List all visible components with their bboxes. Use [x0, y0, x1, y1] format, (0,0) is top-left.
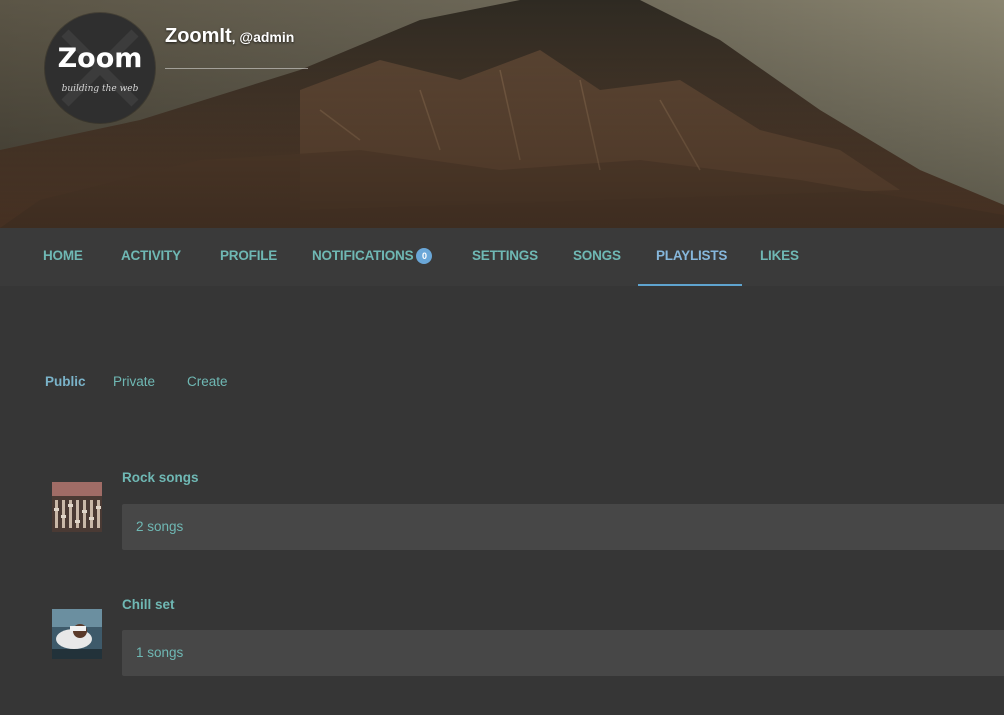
mixing-console-image [52, 482, 102, 532]
nav-profile-label: PROFILE [220, 248, 278, 263]
playlist-bar[interactable]: 1 songs [122, 630, 1004, 676]
nav-notifications-label: NOTIFICATIONS [312, 248, 414, 263]
nav-playlists[interactable]: PLAYLISTS [656, 228, 727, 284]
playlist-title[interactable]: Rock songs [122, 470, 199, 485]
nav-settings[interactable]: SETTINGS [472, 228, 538, 284]
nav-songs-label: SONGS [573, 248, 621, 263]
active-tab-underline [638, 284, 742, 286]
playlist-thumbnail[interactable] [52, 609, 102, 659]
nav-playlists-label: PLAYLISTS [656, 248, 728, 263]
nav-profile[interactable]: PROFILE [220, 228, 277, 284]
subtab-create[interactable]: Create [187, 374, 228, 389]
nav-home[interactable]: HOME [43, 228, 83, 284]
profile-nav: HOME ACTIVITY PROFILE NOTIFICATIONS 0 SET… [0, 228, 1004, 286]
user-identity: ZoomIt, @admin [165, 25, 308, 69]
nav-settings-label: SETTINGS [472, 248, 538, 263]
profile-cover: Zoom building the web ZoomIt, @admin [0, 0, 1004, 228]
nav-likes[interactable]: LIKES [760, 228, 799, 284]
nav-home-label: HOME [43, 248, 83, 263]
playlist-song-count: 2 songs [136, 519, 184, 534]
playlist-thumbnail[interactable] [52, 482, 102, 532]
nav-likes-label: LIKES [760, 248, 799, 263]
nav-activity[interactable]: ACTIVITY [121, 228, 181, 284]
subtab-private[interactable]: Private [113, 374, 155, 389]
notifications-count-badge: 0 [416, 248, 433, 264]
person-relaxing-image [52, 609, 102, 659]
nav-notifications[interactable]: NOTIFICATIONS 0 [312, 228, 433, 284]
avatar-tagline: building the web [61, 84, 139, 94]
username[interactable]: , @admin [232, 29, 295, 45]
playlist-title[interactable]: Chill set [122, 597, 175, 612]
playlist-song-count: 1 songs [136, 645, 184, 660]
profile-avatar[interactable]: Zoom building the web [45, 13, 155, 123]
subtab-public[interactable]: Public [45, 374, 86, 389]
nav-songs[interactable]: SONGS [573, 228, 621, 284]
display-name[interactable]: ZoomIt [165, 25, 232, 47]
playlist-bar[interactable]: 2 songs [122, 504, 1004, 550]
avatar-logo-text: Zoom [57, 43, 143, 74]
nav-activity-label: ACTIVITY [121, 248, 181, 263]
